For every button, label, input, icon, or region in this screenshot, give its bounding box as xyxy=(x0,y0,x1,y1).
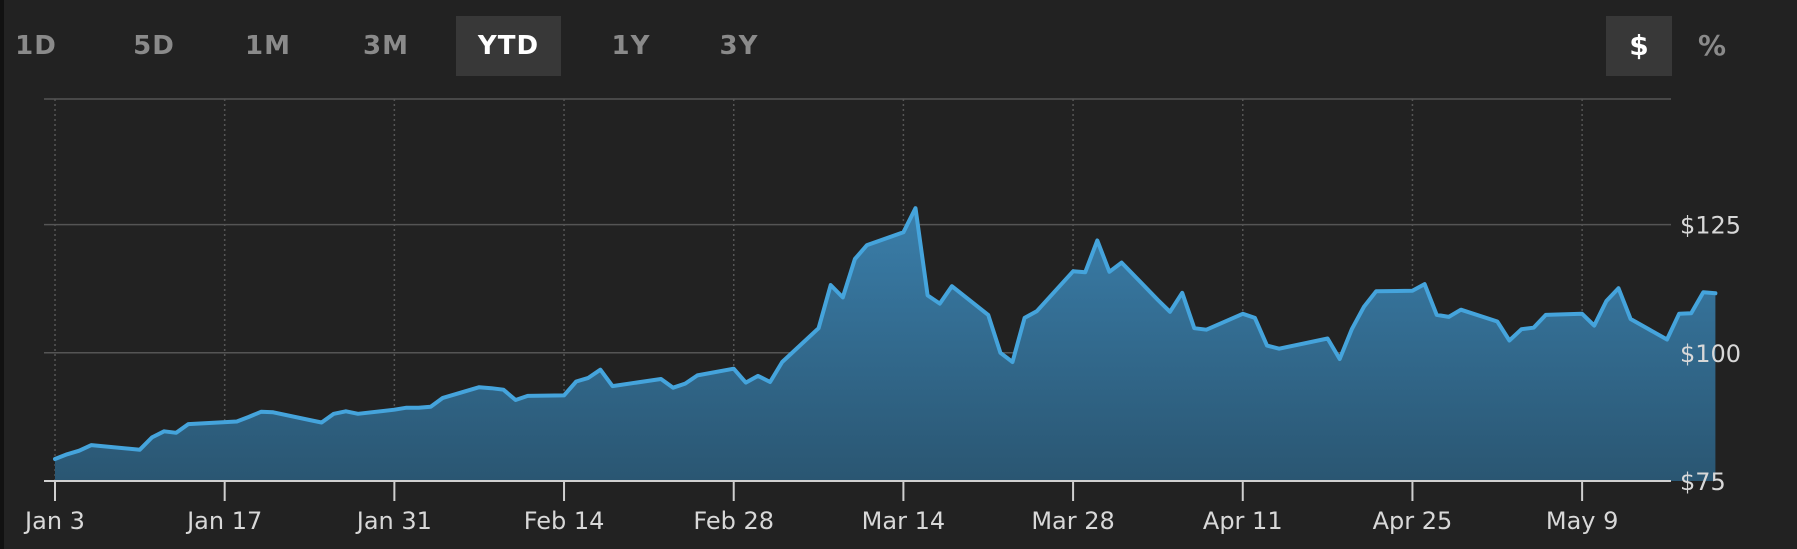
x-tick-label: Mar 28 xyxy=(1031,507,1114,535)
x-tick-label: Jan 17 xyxy=(185,507,262,535)
x-tick-label: Apr 25 xyxy=(1373,507,1453,535)
x-tick-label: Jan 3 xyxy=(23,507,85,535)
x-tick-label: Apr 11 xyxy=(1203,507,1283,535)
x-tick-label: Jan 31 xyxy=(355,507,432,535)
price-area-chart: Jan 3 Jan 17 Jan 31 Feb 14 Feb 28 Mar 14 Mar 2… xyxy=(23,98,1741,535)
price-area-fill xyxy=(55,208,1716,481)
x-tick-label: Feb 28 xyxy=(693,507,774,535)
x-tick-label: May 9 xyxy=(1546,507,1619,535)
x-tick-label: Mar 14 xyxy=(862,507,945,535)
x-axis-ticks: Jan 3 Jan 17 Jan 31 Feb 14 Feb 28 Mar 14 Mar 2… xyxy=(23,481,1618,535)
y-tick-label: $125 xyxy=(1680,212,1741,240)
y-tick-label: $100 xyxy=(1680,340,1741,368)
x-tick-label: Feb 14 xyxy=(524,507,605,535)
y-tick-label: $75 xyxy=(1680,468,1726,496)
